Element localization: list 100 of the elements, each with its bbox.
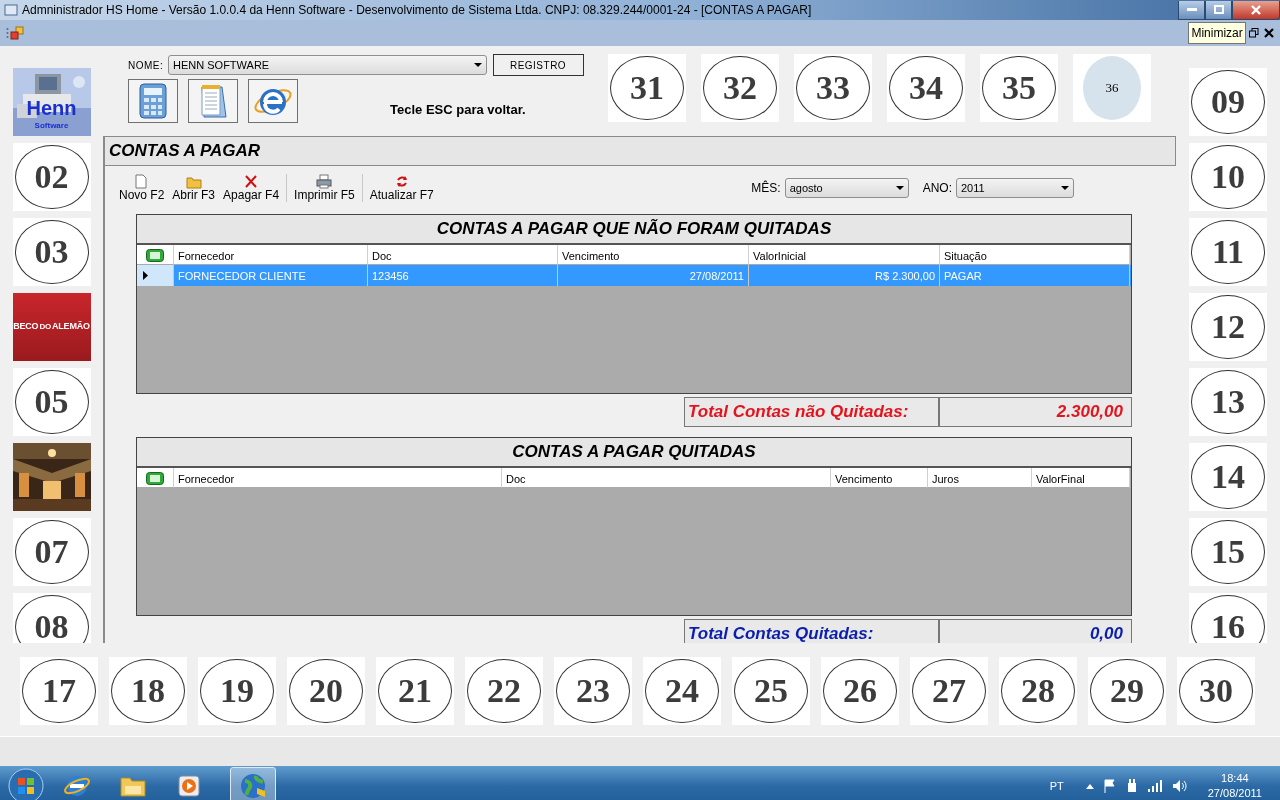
- toolbar-button[interactable]: Atualizar F7: [365, 173, 438, 203]
- number-tile[interactable]: 31: [608, 54, 686, 122]
- number-tile[interactable]: 18: [109, 657, 187, 725]
- logo-text: BECO DOALEMÃO: [13, 320, 90, 334]
- column-header[interactable]: Vencimento: [831, 467, 928, 488]
- table-cell: 27/08/2011: [558, 264, 749, 286]
- column-header[interactable]: Vencimento: [558, 244, 749, 265]
- notepad-icon: [198, 82, 228, 119]
- taskbar-button[interactable]: [230, 767, 276, 800]
- number-tile[interactable]: 13: [1189, 368, 1267, 436]
- clock[interactable]: 18:44 27/08/2011: [1207, 771, 1262, 800]
- number-tile[interactable]: 23: [554, 657, 632, 725]
- globe-icon: [239, 772, 267, 800]
- number-tile[interactable]: 30: [1177, 657, 1255, 725]
- number-tile[interactable]: 28: [999, 657, 1077, 725]
- filter-dropdown[interactable]: 2011: [956, 178, 1074, 198]
- toolbar-button[interactable]: Apagar F4: [219, 173, 284, 203]
- spreadsheet-icon[interactable]: [146, 249, 164, 263]
- logo-text: Henn: [25, 98, 78, 118]
- number-tile[interactable]: 07: [12, 518, 91, 586]
- filter-dropdown[interactable]: agosto: [784, 178, 909, 198]
- start-button[interactable]: [8, 768, 44, 800]
- app-icon: [4, 4, 18, 16]
- number-tile[interactable]: 03: [12, 218, 91, 286]
- panel-title: CONTAS A PAGAR: [105, 136, 1176, 166]
- window-title: Admninistrador HS Home - Versão 1.0.0.4 da Henn Software - Desenvolvimento de Sistema Ltda. CNPJ: 08.329.244/0001-24 - [CONTAS A PAGAR]: [22, 2, 813, 19]
- number-tile[interactable]: 12: [1189, 293, 1267, 361]
- column-header[interactable]: ValorFinal: [1032, 467, 1130, 488]
- volume-icon[interactable]: [1171, 779, 1188, 793]
- grid-title: CONTAS A PAGAR QUITADAS: [512, 440, 756, 463]
- close-icon[interactable]: [1264, 28, 1274, 38]
- minimize-icon: [1186, 7, 1197, 12]
- total-label: Total Contas não Quitadas:: [684, 396, 939, 427]
- logo-tile[interactable]: Henn Software: [12, 68, 91, 136]
- number-tile[interactable]: 15: [1189, 518, 1267, 586]
- notepad-button[interactable]: [188, 78, 238, 123]
- number-tile[interactable]: 14: [1189, 443, 1267, 511]
- language-indicator[interactable]: PT: [1049, 777, 1064, 795]
- number-tile[interactable]: 27: [910, 657, 988, 725]
- maximize-button[interactable]: [1205, 0, 1232, 20]
- browser-button[interactable]: [248, 78, 298, 123]
- column-header[interactable]: Fornecedor: [174, 467, 502, 488]
- media-player-icon: [175, 772, 203, 800]
- name-dropdown[interactable]: HENN SOFTWARE: [168, 55, 488, 75]
- show-hidden-icons[interactable]: [1085, 783, 1094, 789]
- dropdown-arrow-icon: [895, 186, 904, 190]
- number-tile[interactable]: 20: [287, 657, 365, 725]
- table-cell: PAGAR: [940, 264, 1130, 286]
- tooltip: Minimizar: [1188, 22, 1246, 44]
- signal-icon[interactable]: [1147, 780, 1162, 792]
- restore-icon[interactable]: [1248, 28, 1259, 38]
- column-header[interactable]: Doc: [368, 244, 558, 265]
- new-file-icon: [133, 173, 150, 189]
- total-label: Total Contas Quitadas:: [684, 618, 939, 643]
- number-tile[interactable]: 09: [1189, 68, 1267, 136]
- number-tile[interactable]: 33: [794, 54, 872, 122]
- number-tile[interactable]: 19: [198, 657, 276, 725]
- spreadsheet-icon[interactable]: [146, 472, 164, 486]
- delete-icon: [243, 173, 260, 189]
- close-button[interactable]: [1232, 0, 1280, 20]
- flag-icon[interactable]: [1103, 779, 1116, 793]
- hint-text: Tecle ESC para voltar.: [390, 101, 526, 120]
- total-value: 0,00: [939, 618, 1132, 643]
- printer-icon: [316, 173, 333, 189]
- column-header[interactable]: Fornecedor: [174, 244, 368, 265]
- maximize-icon: [1213, 5, 1224, 14]
- number-tile[interactable]: 25: [732, 657, 810, 725]
- number-tile[interactable]: 29: [1088, 657, 1166, 725]
- number-tile[interactable]: 24: [643, 657, 721, 725]
- number-tile[interactable]: 17: [20, 657, 98, 725]
- column-header[interactable]: Doc: [502, 467, 831, 488]
- logo-tile[interactable]: BECO DOALEMÃO: [12, 293, 91, 361]
- number-tile[interactable]: 26: [821, 657, 899, 725]
- toolbar-button[interactable]: Novo F2: [115, 173, 169, 203]
- table-cell: R$ 2.300,00: [749, 264, 940, 286]
- power-icon[interactable]: [1125, 779, 1138, 793]
- mdi-window-icon[interactable]: [6, 26, 24, 40]
- column-header[interactable]: Situação: [940, 244, 1130, 265]
- number-tile[interactable]: 08: [12, 593, 91, 643]
- number-tile[interactable]: 05: [12, 368, 91, 436]
- register-button[interactable]: REGISTRO: [492, 54, 584, 76]
- number-tile[interactable]: 16: [1189, 593, 1267, 643]
- name-label: NOME:: [128, 58, 164, 73]
- close-icon: [1251, 4, 1261, 15]
- number-tile[interactable]: 36: [1073, 54, 1151, 122]
- number-tile[interactable]: 32: [701, 54, 779, 122]
- column-header[interactable]: ValorInicial: [749, 244, 940, 265]
- number-tile[interactable]: 11: [1189, 218, 1267, 286]
- number-tile[interactable]: 02: [12, 143, 91, 211]
- number-tile[interactable]: 34: [887, 54, 965, 122]
- minimize-button[interactable]: [1178, 0, 1205, 20]
- toolbar-button[interactable]: Abrir F3: [168, 173, 220, 203]
- column-header[interactable]: Juros: [928, 467, 1032, 488]
- calculator-button[interactable]: [128, 78, 178, 123]
- dropdown-arrow-icon: [1061, 186, 1069, 190]
- number-tile[interactable]: 10: [1189, 143, 1267, 211]
- number-tile[interactable]: 21: [376, 657, 454, 725]
- number-tile[interactable]: 22: [465, 657, 543, 725]
- number-tile[interactable]: 35: [980, 54, 1058, 122]
- toolbar-button[interactable]: Imprimir F5: [290, 173, 359, 203]
